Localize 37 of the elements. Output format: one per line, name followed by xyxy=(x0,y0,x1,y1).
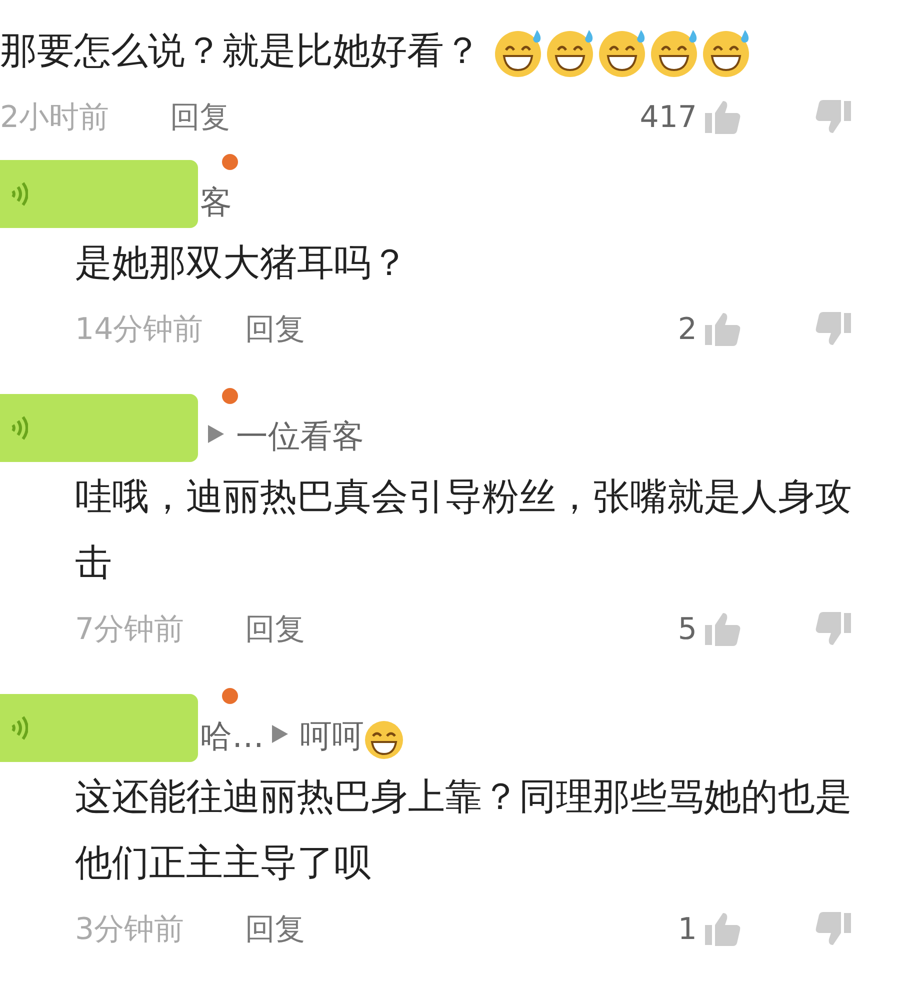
like-count: 2 xyxy=(678,310,697,348)
thumbs-up-icon[interactable] xyxy=(705,611,743,647)
thumbs-down-icon[interactable] xyxy=(813,99,851,135)
sound-wave-icon xyxy=(10,182,28,206)
reply-to-name[interactable]: 呵呵 xyxy=(300,712,364,760)
thumbs-up-icon[interactable] xyxy=(705,311,743,347)
thumbs-down-icon[interactable] xyxy=(813,611,851,647)
timestamp: 7分钟前 xyxy=(75,610,186,648)
comment-text: 这还能往迪丽热巴身上靠？同理那些骂她的也是他们正主主导了呗 xyxy=(75,775,852,884)
reply-link[interactable]: 回复 xyxy=(245,306,305,352)
thumbs-down-icon[interactable] xyxy=(813,311,851,347)
timestamp: 14分钟前 xyxy=(75,310,204,348)
reply-to-name[interactable]: 一位看客 xyxy=(236,412,364,460)
notification-dot xyxy=(222,388,238,404)
like-count: 417 xyxy=(640,98,697,136)
comment-text: 是她那双大猪耳吗？ xyxy=(75,241,408,284)
timestamp: 2小时前 xyxy=(0,98,110,136)
comment-text: 那要怎么说？就是比她好看？ xyxy=(0,29,481,72)
laughing-emoji-icon xyxy=(364,720,404,760)
user-name[interactable]: 哈… xyxy=(200,712,264,760)
like-count: 1 xyxy=(678,910,697,948)
thumbs-up-icon[interactable] xyxy=(705,99,743,135)
sound-wave-icon xyxy=(10,716,28,740)
notification-dot xyxy=(222,154,238,170)
sound-wave-icon xyxy=(10,416,28,440)
notification-dot xyxy=(222,688,238,704)
thumbs-down-icon[interactable] xyxy=(813,911,851,947)
like-count: 5 xyxy=(678,610,697,648)
user-name[interactable]: 客 xyxy=(200,178,232,226)
timestamp: 3分钟前 xyxy=(75,910,186,948)
reply-link[interactable]: 回复 xyxy=(245,606,305,652)
reply-link[interactable]: 回复 xyxy=(245,906,305,952)
thumbs-up-icon[interactable] xyxy=(705,911,743,947)
reply-link[interactable]: 回复 xyxy=(170,94,230,140)
play-arrow-icon xyxy=(208,425,224,443)
play-arrow-icon xyxy=(272,725,288,743)
comment-text: 哇哦，迪丽热巴真会引导粉丝，张嘴就是人身攻击 xyxy=(75,475,852,584)
